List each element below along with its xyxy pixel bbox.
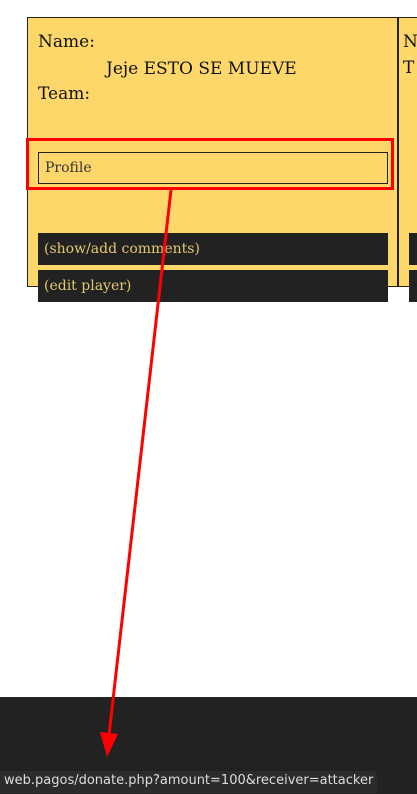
arrow-head-icon — [100, 732, 118, 757]
arrow-line — [107, 189, 173, 736]
annotation-arrow — [100, 189, 173, 757]
